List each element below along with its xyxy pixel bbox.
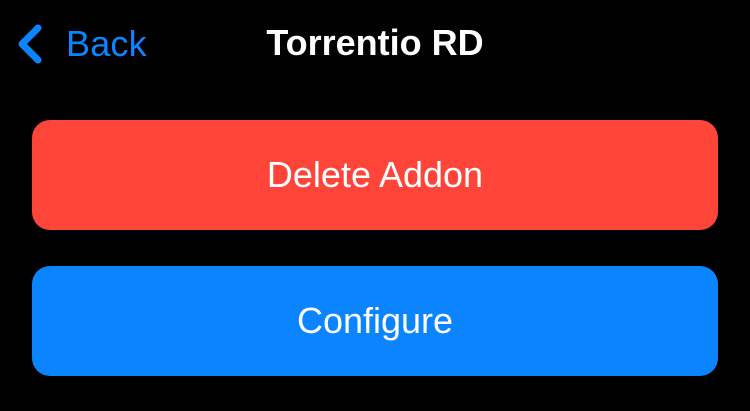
delete-addon-button[interactable]: Delete Addon xyxy=(32,120,718,230)
chevron-left-icon xyxy=(14,22,48,66)
delete-addon-label: Delete Addon xyxy=(266,154,484,195)
configure-label: Configure xyxy=(296,300,454,341)
back-button[interactable]: Back xyxy=(14,16,147,72)
addon-detail-screen: Back Torrentio RD Delete Addon Configure xyxy=(0,0,750,411)
navigation-bar: Back Torrentio RD xyxy=(0,0,750,86)
configure-button[interactable]: Configure xyxy=(32,266,718,376)
back-label: Back xyxy=(66,23,147,64)
